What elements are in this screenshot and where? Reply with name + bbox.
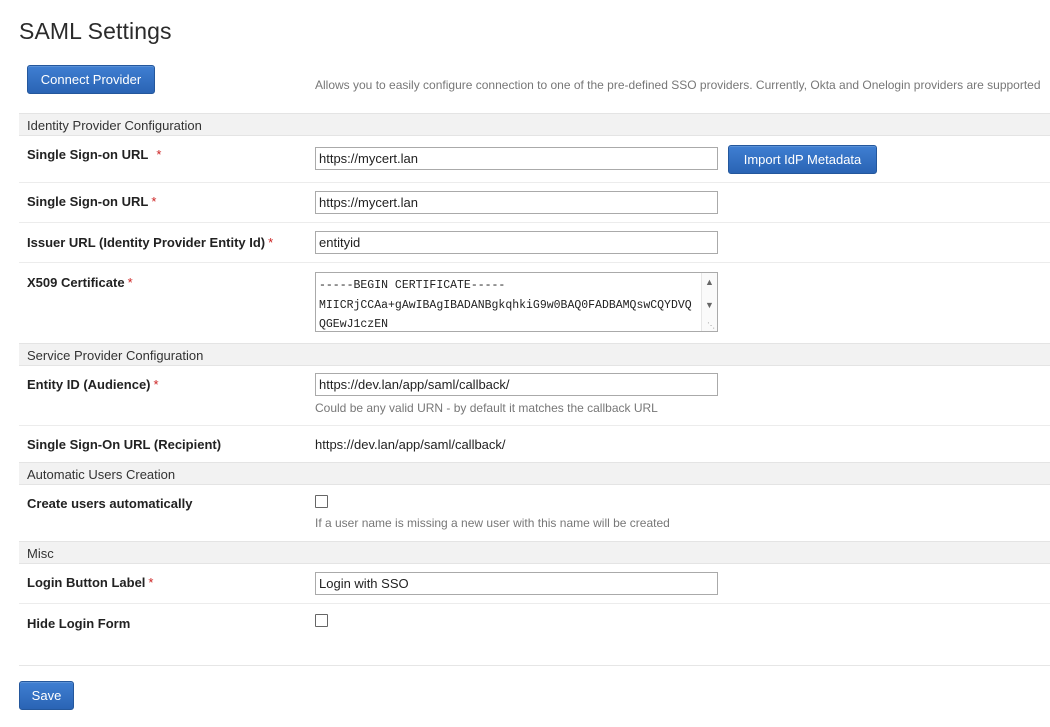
section-header-auto-users: Automatic Users Creation <box>19 462 1050 485</box>
sso-url-secondary-input[interactable] <box>315 191 718 214</box>
form-divider <box>19 665 1050 666</box>
create-users-checkbox[interactable] <box>315 495 328 508</box>
section-title-sp: Service Provider Configuration <box>27 348 204 363</box>
x509-certificate-text: -----BEGIN CERTIFICATE----- MIICRjCCAa+g… <box>319 279 692 331</box>
required-marker: * <box>127 275 133 290</box>
entity-id-label-text: Entity ID (Audience) <box>27 377 151 392</box>
sso-url-input[interactable] <box>315 147 718 170</box>
create-users-label: Create users automatically <box>27 496 193 511</box>
sso-url-secondary-label-text: Single Sign-on URL <box>27 194 149 209</box>
required-marker: * <box>153 377 159 392</box>
section-header-misc: Misc <box>19 541 1050 564</box>
page-title: SAML Settings <box>19 18 172 44</box>
required-marker: * <box>148 575 154 590</box>
login-button-label-text: Login Button Label <box>27 575 146 590</box>
section-title-idp: Identity Provider Configuration <box>27 118 202 133</box>
connect-provider-button[interactable]: Connect Provider <box>27 65 155 94</box>
import-idp-metadata-button[interactable]: Import IdP Metadata <box>728 145 877 174</box>
issuer-url-label: Issuer URL (Identity Provider Entity Id)… <box>27 235 273 250</box>
required-marker: * <box>156 147 162 162</box>
x509-certificate-label: X509 Certificate * <box>27 275 133 290</box>
entity-id-help: Could be any valid URN - by default it m… <box>315 401 658 415</box>
required-marker: * <box>151 194 157 209</box>
section-title-auto-users: Automatic Users Creation <box>27 467 176 482</box>
recipient-url-label: Single Sign-On URL (Recipient) <box>27 437 222 452</box>
save-button[interactable]: Save <box>19 681 74 710</box>
connect-provider-help: Allows you to easily configure connectio… <box>315 78 1041 92</box>
row-divider <box>19 603 1050 604</box>
sso-url-label-text: Single Sign-on URL <box>27 147 149 162</box>
issuer-url-label-text: Issuer URL (Identity Provider Entity Id) <box>27 235 266 250</box>
section-title-misc: Misc <box>27 546 54 561</box>
section-header-sp: Service Provider Configuration <box>19 343 1050 366</box>
section-header-idp: Identity Provider Configuration <box>19 113 1050 136</box>
row-divider <box>19 182 1050 183</box>
recipient-url-value: https://dev.lan/app/saml/callback/ <box>315 437 506 452</box>
entity-id-label: Entity ID (Audience) * <box>27 377 159 392</box>
hide-login-form-checkbox[interactable] <box>315 614 328 627</box>
hide-login-form-label: Hide Login Form <box>27 616 131 631</box>
scroll-up-icon[interactable]: ▲ <box>705 277 714 287</box>
row-divider <box>19 222 1050 223</box>
required-marker: * <box>268 235 274 250</box>
sso-url-secondary-label: Single Sign-on URL * <box>27 194 156 209</box>
resize-handle-icon[interactable]: ⋱ <box>707 322 715 330</box>
x509-certificate-textarea[interactable]: -----BEGIN CERTIFICATE----- MIICRjCCAa+g… <box>315 272 718 332</box>
row-divider <box>19 425 1050 426</box>
row-divider <box>19 262 1050 263</box>
login-button-label-input[interactable] <box>315 572 718 595</box>
sso-url-label: Single Sign-on URL * <box>27 147 161 162</box>
create-users-help: If a user name is missing a new user wit… <box>315 516 670 530</box>
entity-id-input[interactable] <box>315 373 718 396</box>
issuer-url-input[interactable] <box>315 231 718 254</box>
x509-certificate-label-text: X509 Certificate <box>27 275 125 290</box>
login-button-label-label: Login Button Label * <box>27 575 153 590</box>
scroll-down-icon[interactable]: ▼ <box>705 300 714 310</box>
